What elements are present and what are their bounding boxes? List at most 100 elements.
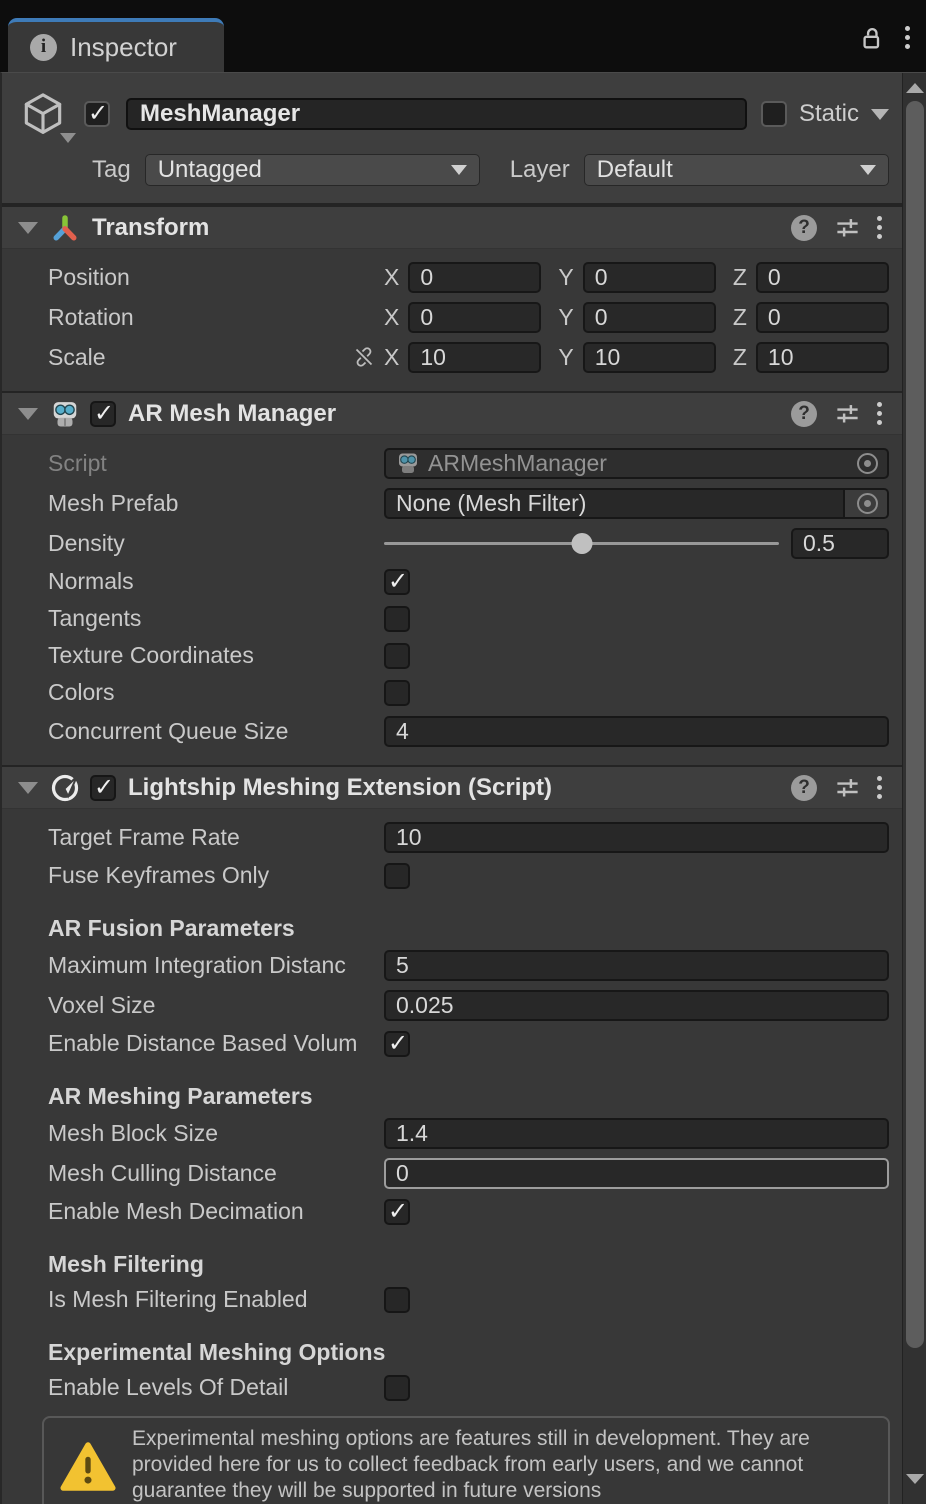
- lightship-help-icon[interactable]: [791, 775, 817, 801]
- tag-dropdown[interactable]: Untagged: [145, 154, 480, 186]
- normals-label: Normals: [48, 568, 384, 595]
- enable-levels-of-detail-checkbox[interactable]: [384, 1375, 410, 1401]
- scroll-down-arrow-icon[interactable]: [903, 1468, 926, 1490]
- rotation-x-field[interactable]: 0: [408, 302, 541, 333]
- static-dropdown-caret[interactable]: [871, 109, 889, 120]
- inspector-panel: MeshManager Static Tag Untagged Layer: [0, 72, 926, 1504]
- position-label: Position: [48, 264, 384, 291]
- transform-foldout[interactable]: [18, 222, 38, 234]
- gameobject-icon-caret: [60, 133, 76, 143]
- colors-checkbox[interactable]: [384, 680, 410, 706]
- layer-dropdown-caret: [860, 165, 876, 175]
- position-row: Position X 0 Y 0 Z 0: [2, 257, 902, 297]
- static-label: Static: [799, 100, 859, 128]
- scale-y-field[interactable]: 10: [583, 342, 716, 373]
- voxel-size-field[interactable]: 0.025: [384, 990, 889, 1021]
- density-value-field[interactable]: 0.5: [791, 528, 889, 559]
- gameobject-active-checkbox[interactable]: [84, 101, 110, 127]
- mesh-prefab-picker-button[interactable]: [843, 490, 887, 517]
- target-frame-rate-row: Target Frame Rate 10: [2, 817, 902, 857]
- scroll-up-arrow-icon[interactable]: [903, 77, 926, 99]
- script-picker-icon[interactable]: [857, 453, 878, 474]
- gameobject-cube-icon[interactable]: [18, 89, 84, 139]
- concurrent-queue-size-row: Concurrent Queue Size 4: [2, 711, 902, 751]
- lightship-foldout[interactable]: [18, 782, 38, 794]
- voxel-size-row: Voxel Size 0.025: [2, 985, 902, 1025]
- density-slider[interactable]: [384, 528, 779, 559]
- enable-levels-of-detail-label: Enable Levels Of Detail: [48, 1374, 384, 1401]
- script-icon: [396, 451, 420, 475]
- lightship-enabled-checkbox[interactable]: [90, 775, 116, 801]
- ar-mesh-manager-kebab-icon[interactable]: [873, 398, 886, 429]
- transform-kebab-icon[interactable]: [873, 212, 886, 243]
- mesh-block-size-row: Mesh Block Size 1.4: [2, 1113, 902, 1153]
- rotation-y-field[interactable]: 0: [583, 302, 716, 333]
- lightship-meshing-extension-component: Lightship Meshing Extension (Script) Tar…: [2, 765, 902, 1504]
- enable-distance-based-volumetric-row: Enable Distance Based Volum: [2, 1025, 902, 1062]
- ar-fusion-parameters-heading: AR Fusion Parameters: [2, 911, 902, 945]
- enable-mesh-decimation-checkbox[interactable]: [384, 1199, 410, 1225]
- ar-mesh-manager-help-icon[interactable]: [791, 401, 817, 427]
- static-checkbox[interactable]: [761, 101, 787, 127]
- transform-help-icon[interactable]: [791, 215, 817, 241]
- scale-x-field[interactable]: 10: [408, 342, 541, 373]
- normals-checkbox[interactable]: [384, 569, 410, 595]
- tag-label: Tag: [92, 156, 131, 184]
- enable-distance-based-volumetric-label: Enable Distance Based Volum: [48, 1030, 384, 1057]
- position-x-field[interactable]: 0: [408, 262, 541, 293]
- lightship-presets-icon[interactable]: [834, 774, 861, 801]
- ar-mesh-manager-presets-icon[interactable]: [834, 400, 861, 427]
- tangents-row: Tangents: [2, 600, 902, 637]
- gameobject-name-field[interactable]: MeshManager: [126, 98, 747, 130]
- concurrent-queue-size-label: Concurrent Queue Size: [48, 718, 384, 745]
- broken-link-icon[interactable]: [352, 345, 376, 369]
- tangents-checkbox[interactable]: [384, 606, 410, 632]
- density-slider-handle[interactable]: [571, 533, 592, 554]
- lightship-icon: [50, 773, 80, 803]
- mesh-prefab-object-field[interactable]: None (Mesh Filter): [384, 488, 889, 519]
- rotation-z-field[interactable]: 0: [756, 302, 889, 333]
- density-label: Density: [48, 530, 384, 557]
- enable-distance-based-volumetric-checkbox[interactable]: [384, 1031, 410, 1057]
- target-frame-rate-label: Target Frame Rate: [48, 824, 384, 851]
- warning-text: Experimental meshing options are feature…: [132, 1426, 872, 1504]
- maximum-integration-distance-row: Maximum Integration Distanc 5: [2, 945, 902, 985]
- tab-inspector[interactable]: Inspector: [8, 18, 224, 72]
- texture-coordinates-checkbox[interactable]: [384, 643, 410, 669]
- rotation-label: Rotation: [48, 304, 384, 331]
- position-y-field[interactable]: 0: [583, 262, 716, 293]
- lightship-title: Lightship Meshing Extension (Script): [128, 774, 552, 802]
- is-mesh-filtering-enabled-checkbox[interactable]: [384, 1287, 410, 1313]
- enable-mesh-decimation-label: Enable Mesh Decimation: [48, 1198, 384, 1225]
- window-menu-kebab-icon[interactable]: [901, 22, 914, 53]
- transform-component: Transform Position X: [2, 205, 902, 391]
- experimental-warning-helpbox: Experimental meshing options are feature…: [42, 1416, 890, 1504]
- maximum-integration-distance-field[interactable]: 5: [384, 950, 889, 981]
- vertical-scrollbar[interactable]: [902, 73, 926, 1504]
- scrollbar-thumb[interactable]: [906, 101, 924, 1348]
- script-label: Script: [48, 450, 384, 477]
- mesh-culling-distance-field[interactable]: 0: [384, 1158, 889, 1189]
- unlock-icon[interactable]: [857, 24, 885, 52]
- voxel-size-label: Voxel Size: [48, 992, 384, 1019]
- ar-mesh-manager-foldout[interactable]: [18, 408, 38, 420]
- target-frame-rate-field[interactable]: 10: [384, 822, 889, 853]
- rotation-row: Rotation X 0 Y 0 Z 0: [2, 297, 902, 337]
- layer-dropdown[interactable]: Default: [584, 154, 889, 186]
- fuse-keyframes-only-label: Fuse Keyframes Only: [48, 862, 384, 889]
- warning-icon: [60, 1439, 116, 1491]
- tag-dropdown-caret: [451, 165, 467, 175]
- mesh-block-size-field[interactable]: 1.4: [384, 1118, 889, 1149]
- scale-z-field[interactable]: 10: [756, 342, 889, 373]
- is-mesh-filtering-enabled-row: Is Mesh Filtering Enabled: [2, 1281, 902, 1318]
- lightship-kebab-icon[interactable]: [873, 772, 886, 803]
- ar-mesh-manager-enabled-checkbox[interactable]: [90, 401, 116, 427]
- concurrent-queue-size-field[interactable]: 4: [384, 716, 889, 747]
- tab-title: Inspector: [70, 32, 177, 63]
- tab-bar: Inspector: [0, 0, 926, 72]
- script-object-field[interactable]: ARMeshManager: [384, 448, 889, 479]
- position-z-field[interactable]: 0: [756, 262, 889, 293]
- colors-label: Colors: [48, 679, 384, 706]
- fuse-keyframes-only-checkbox[interactable]: [384, 863, 410, 889]
- transform-presets-icon[interactable]: [834, 214, 861, 241]
